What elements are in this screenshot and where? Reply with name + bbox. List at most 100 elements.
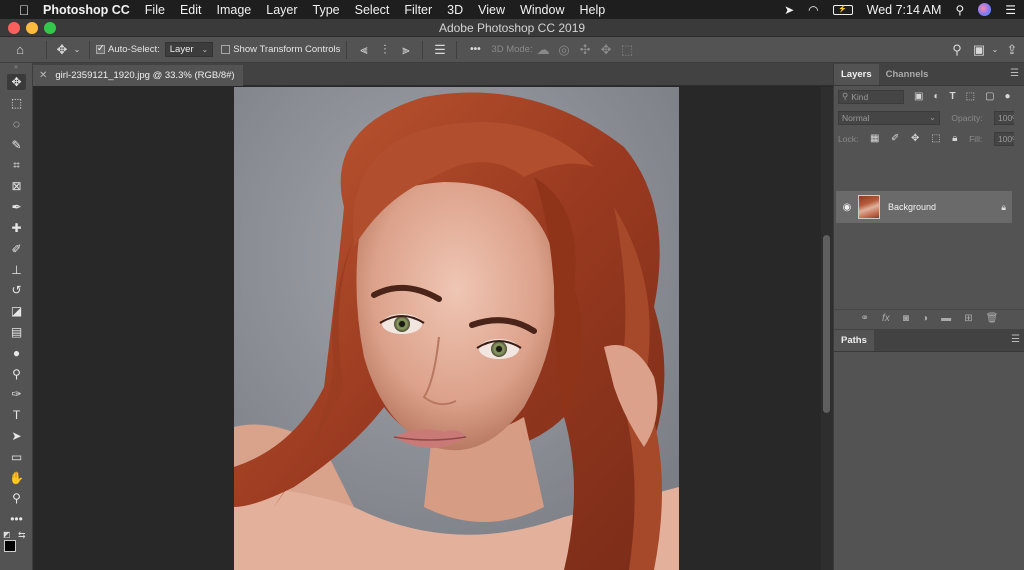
- pen-tool[interactable]: ✑: [0, 384, 33, 405]
- filter-adjustment-icon[interactable]: ◐: [933, 91, 939, 102]
- menu-type[interactable]: Type: [313, 3, 340, 17]
- new-layer-icon[interactable]: ⊞: [964, 313, 972, 324]
- tab-layers[interactable]: Layers: [834, 64, 879, 85]
- frame-tool[interactable]: ⊠: [0, 176, 33, 197]
- 3d-roll-icon[interactable]: ◎: [554, 42, 575, 58]
- list-icon[interactable]: ☰: [1005, 3, 1016, 17]
- shape-tool[interactable]: ▭: [0, 446, 33, 467]
- align-center-icon[interactable]: ⫶: [374, 42, 395, 58]
- blur-tool[interactable]: ●: [0, 342, 33, 363]
- menu-app-name[interactable]: Photoshop CC: [43, 3, 130, 17]
- foreground-color-swatch[interactable]: [4, 539, 16, 552]
- menu-help[interactable]: Help: [580, 3, 606, 17]
- show-transform-checkbox[interactable]: [221, 45, 231, 54]
- crop-tool[interactable]: ⌗: [0, 155, 33, 176]
- visibility-eye-icon[interactable]: ◉: [836, 202, 858, 213]
- clock[interactable]: Wed 7:14 AM: [867, 3, 942, 17]
- link-layers-icon[interactable]: ⚭: [861, 313, 869, 324]
- history-brush-tool[interactable]: ↺: [0, 280, 33, 301]
- share-icon[interactable]: ⇪: [1000, 42, 1024, 58]
- gradient-tool[interactable]: ▤: [0, 322, 33, 343]
- align-right-icon[interactable]: ⫸: [395, 42, 416, 58]
- chevron-down-icon[interactable]: ⌄: [71, 45, 83, 54]
- 3d-orbit-icon[interactable]: ☁: [533, 42, 554, 58]
- panel-grip-icon[interactable]: »: [0, 63, 32, 72]
- menu-window[interactable]: Window: [520, 3, 564, 17]
- lock-icon[interactable]: 🔒︎: [1001, 202, 1006, 213]
- panel-menu-icon[interactable]: ☰: [1010, 68, 1019, 79]
- tab-channels[interactable]: Channels: [879, 64, 936, 85]
- distribute-icon[interactable]: ☰: [429, 42, 450, 58]
- hand-tool[interactable]: ✋: [0, 467, 33, 488]
- canvas-scrollbar[interactable]: [821, 87, 833, 570]
- image-canvas[interactable]: [234, 87, 679, 570]
- dodge-tool[interactable]: ⚲: [0, 363, 33, 384]
- filter-toggle-icon[interactable]: ●: [1005, 91, 1011, 102]
- swap-colors-icon[interactable]: ⇆: [18, 530, 26, 541]
- location-icon[interactable]: ➤: [784, 3, 794, 17]
- healing-tool[interactable]: ✚: [0, 218, 33, 239]
- chevron-down-icon[interactable]: ⌄: [990, 45, 1000, 54]
- quick-select-tool[interactable]: ✎: [0, 134, 33, 155]
- zoom-tool[interactable]: ⚲: [0, 488, 33, 509]
- search-icon[interactable]: ⚲: [946, 42, 968, 58]
- auto-select-checkbox[interactable]: [96, 43, 105, 54]
- new-group-icon[interactable]: ▬: [941, 313, 951, 324]
- workspace-icon[interactable]: ▣: [968, 42, 990, 58]
- filter-type-icon[interactable]: T: [950, 91, 956, 102]
- 3d-slide-icon[interactable]: ✥: [596, 42, 617, 58]
- battery-icon[interactable]: ⚡: [832, 4, 853, 15]
- move-tool-icon[interactable]: ✥: [53, 42, 71, 58]
- search-icon[interactable]: ⚲: [955, 3, 964, 17]
- adjustment-layer-icon[interactable]: ◑: [922, 313, 928, 324]
- tab-paths[interactable]: Paths: [834, 330, 874, 351]
- lock-artboard-icon[interactable]: ⬚: [931, 133, 940, 144]
- siri-icon[interactable]: [978, 3, 992, 16]
- blend-mode-dropdown[interactable]: Normal ⌄: [838, 110, 940, 125]
- marquee-tool[interactable]: ⬚: [0, 93, 33, 114]
- path-select-tool[interactable]: ➤: [0, 426, 33, 447]
- type-tool[interactable]: T: [0, 405, 33, 426]
- brush-tool[interactable]: ✐: [0, 238, 33, 259]
- filter-kind-dropdown[interactable]: ⚲ Kind: [838, 89, 904, 104]
- 3d-drag-icon[interactable]: ✣: [575, 42, 596, 58]
- menu-edit[interactable]: Edit: [180, 3, 202, 17]
- lock-transparent-icon[interactable]: ▦: [870, 133, 879, 144]
- close-tab-icon[interactable]: ✕: [39, 70, 47, 81]
- layers-scrollbar[interactable]: [1014, 109, 1024, 331]
- filter-shape-icon[interactable]: ⬚: [966, 91, 975, 102]
- panel-menu-icon[interactable]: ☰: [1011, 334, 1020, 345]
- home-icon[interactable]: ⌂: [0, 42, 40, 57]
- edit-toolbar[interactable]: •••: [0, 509, 33, 530]
- align-left-icon[interactable]: ⫷: [353, 42, 374, 58]
- add-mask-icon[interactable]: ◙: [903, 313, 909, 324]
- menu-view[interactable]: View: [478, 3, 505, 17]
- eyedropper-tool[interactable]: ✒: [0, 197, 33, 218]
- lock-all-icon[interactable]: 🔒︎: [952, 133, 957, 144]
- apple-icon[interactable]: : [12, 2, 36, 18]
- lasso-tool[interactable]: ◌: [0, 114, 33, 135]
- menu-layer[interactable]: Layer: [266, 3, 297, 17]
- lock-image-icon[interactable]: ✐: [891, 133, 899, 144]
- eraser-tool[interactable]: ◪: [0, 301, 33, 322]
- 3d-scale-icon[interactable]: ⬚: [617, 42, 638, 58]
- wifi-icon[interactable]: ◠: [808, 3, 818, 17]
- trash-icon[interactable]: 🗑︎: [986, 313, 999, 324]
- layer-row-background[interactable]: ◉ Background 🔒︎: [836, 191, 1012, 223]
- scrollbar-thumb[interactable]: [823, 235, 830, 413]
- document-tab[interactable]: ✕ girl-2359121_1920.jpg @ 33.3% (RGB/8#): [33, 65, 243, 86]
- move-tool[interactable]: ✥: [0, 72, 33, 93]
- more-options-button[interactable]: •••: [463, 44, 487, 55]
- menu-select[interactable]: Select: [355, 3, 390, 17]
- filter-smart-object-icon[interactable]: ▢: [985, 91, 994, 102]
- menu-file[interactable]: File: [145, 3, 165, 17]
- menu-image[interactable]: Image: [217, 3, 252, 17]
- stamp-tool[interactable]: ⊥: [0, 259, 33, 280]
- menu-filter[interactable]: Filter: [404, 3, 432, 17]
- menu-3d[interactable]: 3D: [447, 3, 463, 17]
- filter-pixel-icon[interactable]: ▣: [914, 91, 923, 102]
- default-colors-icon[interactable]: ◩: [3, 530, 11, 539]
- lock-position-icon[interactable]: ✥: [911, 133, 919, 144]
- fx-icon[interactable]: fx: [882, 313, 890, 324]
- auto-select-dropdown[interactable]: Layer ⌄: [164, 42, 214, 57]
